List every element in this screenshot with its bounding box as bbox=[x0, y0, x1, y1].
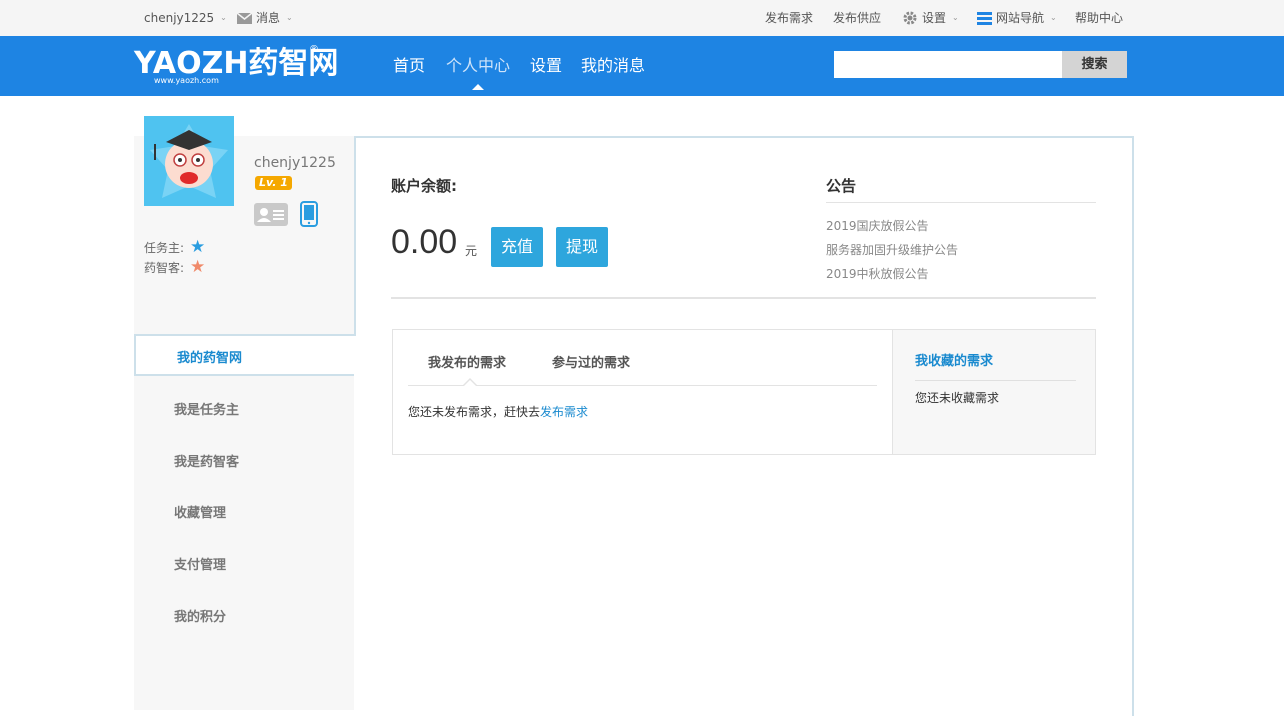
tab-my-published-demands[interactable]: 我发布的需求 bbox=[428, 352, 506, 371]
sidebar-item-points[interactable]: 我的积分 bbox=[174, 606, 226, 625]
publish-supply-label: 发布供应 bbox=[833, 11, 882, 25]
role-task-owner: 任务主: ★ bbox=[144, 239, 205, 256]
publish-demand-link[interactable]: 发布需求 bbox=[765, 0, 813, 36]
favorites-title[interactable]: 我收藏的需求 bbox=[915, 350, 993, 369]
help-center-label: 帮助中心 bbox=[1075, 11, 1124, 25]
section-divider bbox=[391, 297, 1096, 299]
site-logo[interactable]: YAOZH药智网 www.yaozh.com ® bbox=[134, 44, 349, 88]
notice-link[interactable]: 服务器加固升级维护公告 bbox=[826, 241, 958, 258]
publish-demand-link[interactable]: 发布需求 bbox=[540, 405, 588, 419]
demands-empty-message: 您还未发布需求，赶快去发布需求 bbox=[408, 403, 588, 420]
withdraw-button[interactable]: 提现 bbox=[556, 227, 608, 267]
registered-mark: ® bbox=[309, 44, 319, 55]
tab-participated-demands[interactable]: 参与过的需求 bbox=[552, 352, 630, 371]
tab-divider bbox=[408, 385, 877, 386]
level-badge: Lv. 1 bbox=[255, 176, 292, 190]
search-input[interactable] bbox=[834, 51, 1062, 78]
sidebar-item-payment[interactable]: 支付管理 bbox=[174, 554, 226, 573]
id-card-icon[interactable] bbox=[254, 203, 288, 226]
chevron-down-icon: ⌄ bbox=[1050, 13, 1057, 22]
favorites-divider bbox=[915, 380, 1076, 381]
user-menu[interactable]: chenjy1225 ⌄ bbox=[144, 0, 227, 36]
sidebar-item-label: 我的药智网 bbox=[177, 351, 243, 366]
top-bar: chenjy1225 ⌄ 消息 ⌄ 发布需求 发布供应 设置 ⌄ 网站导航 ⌄ … bbox=[0, 0, 1284, 36]
menu-icon bbox=[977, 11, 992, 25]
notice-divider bbox=[826, 202, 1096, 203]
star-icon: ★ bbox=[190, 237, 206, 257]
logo-url: www.yaozh.com bbox=[154, 76, 219, 85]
active-tab-indicator-inner bbox=[464, 380, 476, 386]
recharge-button[interactable]: 充值 bbox=[491, 227, 543, 267]
balance-unit: 元 bbox=[465, 244, 478, 258]
main-panel-border bbox=[354, 136, 356, 336]
chevron-down-icon: ⌄ bbox=[286, 13, 293, 22]
messages-label: 消息 bbox=[256, 11, 281, 25]
role-yaozh-guest: 药智客: ★ bbox=[144, 259, 205, 276]
mobile-phone-icon[interactable] bbox=[300, 201, 318, 227]
sidebar-item-task-owner[interactable]: 我是任务主 bbox=[174, 399, 239, 418]
notice-link[interactable]: 2019中秋放假公告 bbox=[826, 265, 929, 282]
role-yaozh-guest-label: 药智客: bbox=[144, 261, 185, 275]
notice-link[interactable]: 2019国庆放假公告 bbox=[826, 217, 929, 234]
site-nav-menu[interactable]: 网站导航 ⌄ bbox=[977, 0, 1057, 36]
publish-supply-link[interactable]: 发布供应 bbox=[833, 0, 881, 36]
search-button[interactable]: 搜索 bbox=[1062, 51, 1127, 78]
nav-home[interactable]: 首页 bbox=[393, 36, 425, 96]
profile-username: chenjy1225 bbox=[254, 155, 336, 171]
messages-menu[interactable]: 消息 ⌄ bbox=[237, 0, 293, 36]
chevron-down-icon: ⌄ bbox=[220, 13, 227, 22]
settings-menu[interactable]: 设置 ⌄ bbox=[902, 0, 959, 36]
avatar[interactable] bbox=[144, 116, 234, 206]
chevron-down-icon: ⌄ bbox=[952, 13, 959, 22]
role-task-owner-label: 任务主: bbox=[144, 241, 185, 255]
settings-label: 设置 bbox=[922, 11, 947, 25]
user-menu-label: chenjy1225 bbox=[144, 11, 215, 25]
sidebar-item-yaozh-guest[interactable]: 我是药智客 bbox=[174, 451, 239, 470]
gear-icon bbox=[903, 11, 917, 25]
demands-empty-text: 您还未发布需求，赶快去 bbox=[408, 405, 541, 419]
favorites-empty-message: 您还未收藏需求 bbox=[915, 391, 1000, 405]
notice-title: 公告 bbox=[826, 177, 857, 195]
mail-icon bbox=[237, 12, 252, 24]
star-icon: ★ bbox=[190, 257, 206, 277]
balance-amount: 0.00 bbox=[391, 223, 458, 261]
publish-demand-label: 发布需求 bbox=[765, 11, 814, 25]
balance-label: 账户余额: bbox=[391, 177, 457, 195]
nav-my-messages[interactable]: 我的消息 bbox=[581, 36, 645, 96]
sidebar-item-my-yaozh[interactable]: 我的药智网 bbox=[134, 334, 356, 376]
sidebar-item-favorites[interactable]: 收藏管理 bbox=[174, 502, 226, 521]
mascot-avatar-image bbox=[144, 116, 234, 206]
help-center-link[interactable]: 帮助中心 bbox=[1075, 0, 1123, 36]
active-nav-indicator bbox=[472, 84, 484, 90]
site-nav-label: 网站导航 bbox=[996, 11, 1045, 25]
nav-settings[interactable]: 设置 bbox=[530, 36, 562, 96]
